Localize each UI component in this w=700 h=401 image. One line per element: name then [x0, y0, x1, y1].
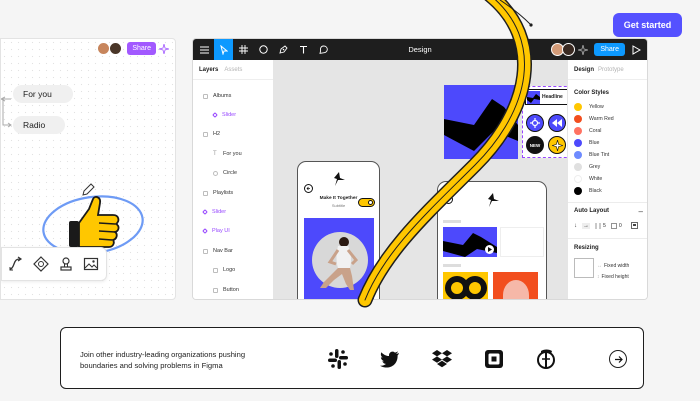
- image-tool-icon[interactable]: [83, 256, 99, 272]
- star-icon[interactable]: [548, 136, 566, 154]
- back-button[interactable]: [444, 195, 453, 204]
- color-style-item[interactable]: Warm Red: [574, 114, 614, 123]
- stamp-tool-icon[interactable]: [58, 256, 74, 272]
- layer-item[interactable]: Circle: [213, 168, 237, 178]
- pencil-cursor-icon: [82, 183, 95, 196]
- layers-panel: Layers Assets Albums Slider H2 T For you …: [193, 60, 274, 299]
- alignment-icon[interactable]: [630, 222, 638, 229]
- text-tool-icon[interactable]: [294, 39, 313, 60]
- rewind-icon[interactable]: [548, 114, 566, 132]
- pill-for-you[interactable]: For you: [13, 85, 73, 103]
- color-style-item[interactable]: White: [574, 174, 602, 183]
- component-set[interactable]: Headline NEW: [522, 86, 567, 158]
- layer-item[interactable]: Playlists: [203, 188, 233, 198]
- color-styles-heading: Color Styles: [574, 90, 610, 96]
- get-started-button[interactable]: Get started: [613, 13, 682, 37]
- resizing-heading: Resizing: [574, 245, 599, 251]
- play-icon[interactable]: [485, 245, 494, 254]
- layer-item[interactable]: T For you: [213, 149, 242, 159]
- layer-item[interactable]: Albums: [203, 91, 231, 101]
- multiplayer-icon[interactable]: [578, 44, 589, 55]
- headline-label: Headline: [542, 94, 563, 100]
- padding-field[interactable]: 0: [611, 223, 622, 229]
- shapes-tool-icon[interactable]: [33, 256, 49, 272]
- dropbox-icon: [432, 350, 452, 368]
- layer-item[interactable]: Play UI: [202, 226, 230, 236]
- layer-item[interactable]: Slider: [212, 110, 236, 120]
- pen-tool-icon[interactable]: [274, 39, 293, 60]
- square-icon: [485, 350, 503, 368]
- headline-component[interactable]: Headline: [525, 89, 567, 105]
- ellipse-tool-icon[interactable]: [254, 39, 273, 60]
- layer-item[interactable]: Nav Bar: [203, 246, 233, 256]
- album-card[interactable]: [443, 272, 488, 299]
- fixed-width-option[interactable]: ↔ Fixed width: [597, 263, 629, 269]
- whiteboard-toolbar: [1, 247, 107, 281]
- partners-text: Join other industry-leading organization…: [80, 350, 246, 370]
- gap-field[interactable]: 5: [595, 222, 606, 229]
- move-tool-icon[interactable]: [214, 39, 233, 60]
- auto-layout-heading: Auto Layout: [574, 208, 609, 214]
- color-style-item[interactable]: Grey: [574, 162, 600, 171]
- present-icon[interactable]: [631, 44, 641, 55]
- logo-icon: [488, 193, 499, 207]
- settings-component[interactable]: [526, 114, 544, 132]
- partner-logos-banner: Join other industry-leading organization…: [60, 327, 644, 389]
- album-artwork[interactable]: [444, 85, 518, 159]
- direction-down-icon[interactable]: ↓: [574, 223, 577, 229]
- toolbar-right-group: Share: [551, 42, 641, 57]
- pill-radio[interactable]: Radio: [13, 116, 65, 134]
- properties-panel: Design Prototype Color Styles Yellow War…: [567, 60, 647, 299]
- album-card[interactable]: [493, 272, 538, 299]
- avatar: [109, 42, 123, 55]
- album-card[interactable]: [443, 227, 497, 257]
- tab-assets[interactable]: Assets: [224, 67, 242, 73]
- collapse-icon[interactable]: –: [639, 207, 643, 216]
- share-button[interactable]: Share: [594, 43, 625, 56]
- layer-item[interactable]: Slider: [202, 207, 226, 217]
- layer-item[interactable]: Button: [213, 285, 239, 295]
- whiteboard-topbar: Share: [97, 42, 169, 55]
- avatar: [562, 43, 576, 56]
- tab-prototype[interactable]: Prototype: [598, 67, 624, 73]
- hero-image[interactable]: [304, 218, 374, 299]
- color-style-item[interactable]: Black: [574, 186, 602, 195]
- logo-icon: [334, 172, 345, 186]
- new-badge[interactable]: NEW: [526, 136, 544, 154]
- twitter-icon: [380, 351, 399, 368]
- color-style-item[interactable]: Yellow: [574, 102, 604, 111]
- layer-item[interactable]: H2: [203, 129, 220, 139]
- editor-toolbar: Design Share: [193, 39, 647, 60]
- design-editor-window: Design Share Layers Assets Albums Slider…: [192, 38, 648, 300]
- tab-design[interactable]: Design: [574, 67, 594, 73]
- comment-tool-icon[interactable]: [314, 39, 333, 60]
- nytimes-icon: [537, 349, 555, 369]
- color-style-item[interactable]: Blue Tint: [574, 150, 609, 159]
- design-canvas[interactable]: Headline NEW Make It Together Subtitle: [274, 60, 567, 299]
- back-button[interactable]: [304, 184, 313, 193]
- tab-layers[interactable]: Layers: [199, 67, 218, 73]
- sparkle-icon[interactable]: [159, 43, 169, 54]
- color-style-item[interactable]: Coral: [574, 126, 601, 135]
- toggle-switch[interactable]: [358, 198, 375, 207]
- color-style-item[interactable]: Blue: [574, 138, 599, 147]
- whiteboard-share-button[interactable]: Share: [127, 42, 156, 55]
- connector-tool-icon[interactable]: [8, 256, 24, 272]
- auto-layout-controls: ↓ → 5 0: [574, 222, 638, 229]
- fixed-height-option[interactable]: ↕ Fixed height: [597, 274, 629, 280]
- next-arrow-button[interactable]: [609, 350, 627, 368]
- arrow-right-icon: [614, 355, 623, 363]
- whiteboard-preview: Share For you Radio: [0, 38, 176, 300]
- resizing-preview[interactable]: [574, 258, 594, 278]
- layer-item[interactable]: Logo: [213, 265, 235, 275]
- phone-mockup[interactable]: Make It Together Subtitle: [297, 161, 380, 299]
- phone-mockup[interactable]: [437, 181, 547, 299]
- direction-right-icon[interactable]: →: [582, 222, 590, 229]
- frame-tool-icon[interactable]: [234, 39, 253, 60]
- menu-icon[interactable]: [195, 39, 214, 60]
- slack-icon: [328, 349, 348, 369]
